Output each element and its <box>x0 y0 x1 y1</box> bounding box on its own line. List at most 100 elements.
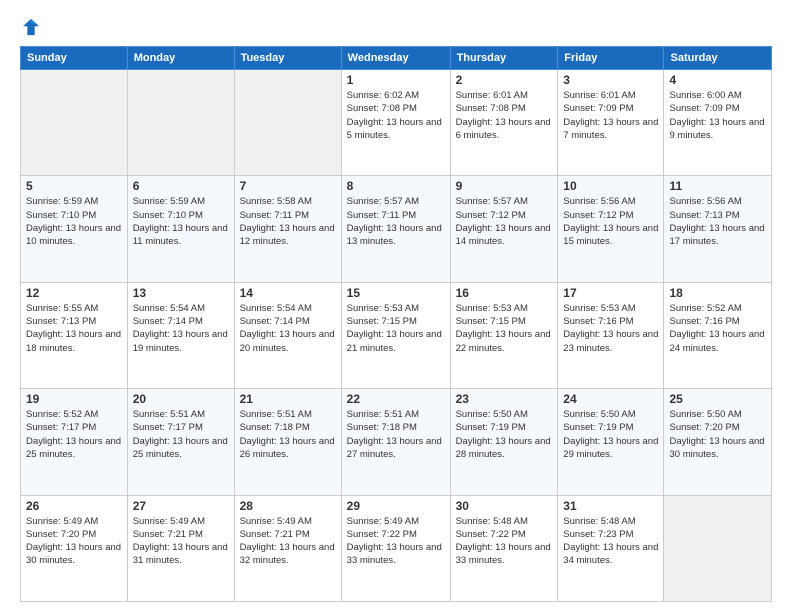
daylight-label: Daylight: 13 hours and 21 minutes. <box>347 329 442 353</box>
daylight-label: Daylight: 13 hours and 17 minutes. <box>669 223 764 247</box>
daylight-label: Daylight: 13 hours and 29 minutes. <box>563 436 658 460</box>
sunset-label: Sunset: 7:15 PM <box>347 316 417 327</box>
header-friday: Friday <box>558 47 664 70</box>
table-cell: 1 Sunrise: 6:02 AM Sunset: 7:08 PM Dayli… <box>341 70 450 176</box>
daylight-label: Daylight: 13 hours and 19 minutes. <box>133 329 228 353</box>
table-cell: 11 Sunrise: 5:56 AM Sunset: 7:13 PM Dayl… <box>664 176 772 282</box>
sunset-label: Sunset: 7:23 PM <box>563 529 633 540</box>
sunrise-label: Sunrise: 5:51 AM <box>240 409 312 420</box>
sunset-label: Sunset: 7:08 PM <box>456 103 526 114</box>
day-info: Sunrise: 5:51 AM Sunset: 7:18 PM Dayligh… <box>347 408 445 461</box>
sunrise-label: Sunrise: 5:59 AM <box>133 196 205 207</box>
table-cell: 15 Sunrise: 5:53 AM Sunset: 7:15 PM Dayl… <box>341 282 450 388</box>
day-info: Sunrise: 5:49 AM Sunset: 7:22 PM Dayligh… <box>347 515 445 568</box>
sunrise-label: Sunrise: 5:56 AM <box>669 196 741 207</box>
sunrise-label: Sunrise: 5:51 AM <box>347 409 419 420</box>
sunrise-label: Sunrise: 5:54 AM <box>240 303 312 314</box>
header-saturday: Saturday <box>664 47 772 70</box>
table-cell: 30 Sunrise: 5:48 AM Sunset: 7:22 PM Dayl… <box>450 495 558 601</box>
day-number: 13 <box>133 286 229 300</box>
day-number: 14 <box>240 286 336 300</box>
daylight-label: Daylight: 13 hours and 30 minutes. <box>26 542 121 566</box>
sunset-label: Sunset: 7:14 PM <box>240 316 310 327</box>
sunset-label: Sunset: 7:11 PM <box>240 210 310 221</box>
table-cell: 27 Sunrise: 5:49 AM Sunset: 7:21 PM Dayl… <box>127 495 234 601</box>
sunset-label: Sunset: 7:18 PM <box>347 422 417 433</box>
table-cell: 17 Sunrise: 5:53 AM Sunset: 7:16 PM Dayl… <box>558 282 664 388</box>
daylight-label: Daylight: 13 hours and 10 minutes. <box>26 223 121 247</box>
table-cell: 31 Sunrise: 5:48 AM Sunset: 7:23 PM Dayl… <box>558 495 664 601</box>
table-cell: 20 Sunrise: 5:51 AM Sunset: 7:17 PM Dayl… <box>127 389 234 495</box>
day-info: Sunrise: 5:54 AM Sunset: 7:14 PM Dayligh… <box>133 302 229 355</box>
sunset-label: Sunset: 7:12 PM <box>563 210 633 221</box>
sunrise-label: Sunrise: 5:48 AM <box>456 516 528 527</box>
day-number: 9 <box>456 179 553 193</box>
daylight-label: Daylight: 13 hours and 18 minutes. <box>26 329 121 353</box>
table-cell: 19 Sunrise: 5:52 AM Sunset: 7:17 PM Dayl… <box>21 389 128 495</box>
day-number: 15 <box>347 286 445 300</box>
sunrise-label: Sunrise: 5:56 AM <box>563 196 635 207</box>
daylight-label: Daylight: 13 hours and 6 minutes. <box>456 117 551 141</box>
day-info: Sunrise: 5:57 AM Sunset: 7:12 PM Dayligh… <box>456 195 553 248</box>
table-cell <box>127 70 234 176</box>
sunset-label: Sunset: 7:15 PM <box>456 316 526 327</box>
sunrise-label: Sunrise: 5:50 AM <box>456 409 528 420</box>
day-number: 2 <box>456 73 553 87</box>
day-number: 16 <box>456 286 553 300</box>
sunset-label: Sunset: 7:20 PM <box>669 422 739 433</box>
daylight-label: Daylight: 13 hours and 9 minutes. <box>669 117 764 141</box>
sunset-label: Sunset: 7:09 PM <box>669 103 739 114</box>
logo-icon <box>20 16 42 38</box>
daylight-label: Daylight: 13 hours and 30 minutes. <box>669 436 764 460</box>
sunset-label: Sunset: 7:12 PM <box>456 210 526 221</box>
table-cell: 2 Sunrise: 6:01 AM Sunset: 7:08 PM Dayli… <box>450 70 558 176</box>
day-number: 20 <box>133 392 229 406</box>
daylight-label: Daylight: 13 hours and 33 minutes. <box>347 542 442 566</box>
daylight-label: Daylight: 13 hours and 33 minutes. <box>456 542 551 566</box>
daylight-label: Daylight: 13 hours and 26 minutes. <box>240 436 335 460</box>
day-info: Sunrise: 5:54 AM Sunset: 7:14 PM Dayligh… <box>240 302 336 355</box>
sunrise-label: Sunrise: 5:49 AM <box>347 516 419 527</box>
calendar-week-row: 5 Sunrise: 5:59 AM Sunset: 7:10 PM Dayli… <box>21 176 772 282</box>
daylight-label: Daylight: 13 hours and 14 minutes. <box>456 223 551 247</box>
daylight-label: Daylight: 13 hours and 15 minutes. <box>563 223 658 247</box>
day-number: 10 <box>563 179 658 193</box>
table-cell: 24 Sunrise: 5:50 AM Sunset: 7:19 PM Dayl… <box>558 389 664 495</box>
header-monday: Monday <box>127 47 234 70</box>
sunset-label: Sunset: 7:08 PM <box>347 103 417 114</box>
sunset-label: Sunset: 7:18 PM <box>240 422 310 433</box>
table-cell: 18 Sunrise: 5:52 AM Sunset: 7:16 PM Dayl… <box>664 282 772 388</box>
calendar-week-row: 19 Sunrise: 5:52 AM Sunset: 7:17 PM Dayl… <box>21 389 772 495</box>
sunrise-label: Sunrise: 5:54 AM <box>133 303 205 314</box>
sunset-label: Sunset: 7:21 PM <box>240 529 310 540</box>
daylight-label: Daylight: 13 hours and 31 minutes. <box>133 542 228 566</box>
day-number: 24 <box>563 392 658 406</box>
sunrise-label: Sunrise: 5:49 AM <box>133 516 205 527</box>
daylight-label: Daylight: 13 hours and 25 minutes. <box>133 436 228 460</box>
sunrise-label: Sunrise: 5:59 AM <box>26 196 98 207</box>
table-cell: 16 Sunrise: 5:53 AM Sunset: 7:15 PM Dayl… <box>450 282 558 388</box>
table-cell <box>21 70 128 176</box>
day-info: Sunrise: 6:02 AM Sunset: 7:08 PM Dayligh… <box>347 89 445 142</box>
table-cell: 22 Sunrise: 5:51 AM Sunset: 7:18 PM Dayl… <box>341 389 450 495</box>
sunrise-label: Sunrise: 5:52 AM <box>26 409 98 420</box>
sunset-label: Sunset: 7:22 PM <box>347 529 417 540</box>
day-info: Sunrise: 5:56 AM Sunset: 7:12 PM Dayligh… <box>563 195 658 248</box>
day-info: Sunrise: 5:49 AM Sunset: 7:21 PM Dayligh… <box>240 515 336 568</box>
sunset-label: Sunset: 7:22 PM <box>456 529 526 540</box>
day-number: 5 <box>26 179 122 193</box>
sunset-label: Sunset: 7:10 PM <box>133 210 203 221</box>
day-info: Sunrise: 5:56 AM Sunset: 7:13 PM Dayligh… <box>669 195 766 248</box>
table-cell: 6 Sunrise: 5:59 AM Sunset: 7:10 PM Dayli… <box>127 176 234 282</box>
sunrise-label: Sunrise: 6:01 AM <box>563 90 635 101</box>
day-info: Sunrise: 5:53 AM Sunset: 7:15 PM Dayligh… <box>456 302 553 355</box>
daylight-label: Daylight: 13 hours and 5 minutes. <box>347 117 442 141</box>
daylight-label: Daylight: 13 hours and 28 minutes. <box>456 436 551 460</box>
sunset-label: Sunset: 7:17 PM <box>133 422 203 433</box>
day-info: Sunrise: 5:50 AM Sunset: 7:19 PM Dayligh… <box>563 408 658 461</box>
table-cell <box>234 70 341 176</box>
header-wednesday: Wednesday <box>341 47 450 70</box>
daylight-label: Daylight: 13 hours and 11 minutes. <box>133 223 228 247</box>
sunrise-label: Sunrise: 5:52 AM <box>669 303 741 314</box>
page: Sunday Monday Tuesday Wednesday Thursday… <box>0 0 792 612</box>
